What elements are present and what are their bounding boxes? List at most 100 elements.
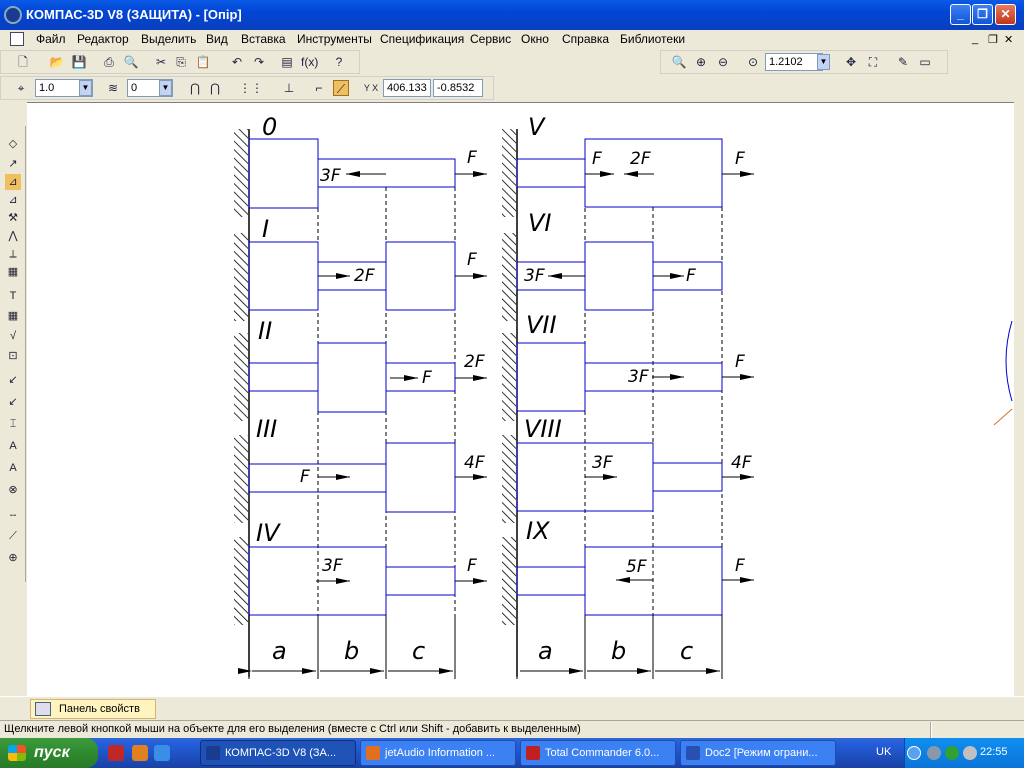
vertical-scrollbar[interactable] bbox=[1014, 102, 1024, 696]
mdi-restore-icon[interactable]: ❐ bbox=[988, 33, 998, 46]
measure-icon[interactable]: ⟂ bbox=[5, 246, 21, 262]
wavy-icon[interactable]: ⟋ bbox=[5, 528, 21, 544]
axis-label-icon[interactable]: A bbox=[5, 438, 21, 454]
tray-expand-icon[interactable] bbox=[907, 746, 921, 760]
title-bar: КОМПАС-3D V8 (ЗАЩИТА) - [Опір] _ ❐ ✕ bbox=[0, 0, 1024, 30]
menu-insert[interactable]: Вставка bbox=[241, 32, 286, 46]
force-4-mid: 3F bbox=[322, 556, 343, 576]
layers-icon[interactable]: ≋ bbox=[105, 80, 121, 96]
parameters-icon[interactable]: ⋀ bbox=[5, 228, 21, 244]
ortho-icon[interactable]: ⊥ bbox=[281, 80, 297, 96]
close-button[interactable]: ✕ bbox=[995, 4, 1016, 25]
cut-icon[interactable]: ✂ bbox=[153, 54, 169, 70]
menu-service[interactable]: Сервис bbox=[470, 32, 511, 46]
display-icon[interactable]: ▭ bbox=[917, 54, 933, 70]
wall-1 bbox=[234, 233, 248, 321]
zoom-out-icon[interactable]: ⊖ bbox=[715, 54, 731, 70]
language-indicator[interactable]: UK bbox=[876, 746, 891, 758]
tray-volume-icon[interactable] bbox=[963, 746, 977, 760]
round-icon[interactable]: ⟋ bbox=[333, 80, 349, 96]
hammer-icon[interactable]: ⚒ bbox=[5, 210, 21, 226]
quicklaunch-ie-icon[interactable] bbox=[154, 745, 170, 761]
document-icon[interactable] bbox=[10, 32, 24, 46]
table-icon[interactable]: ▦ bbox=[5, 308, 21, 324]
maximize-button[interactable]: ❐ bbox=[972, 4, 993, 25]
zoom-scale-icon[interactable]: ⊙ bbox=[745, 54, 761, 70]
preview-icon[interactable]: 🔍 bbox=[123, 54, 139, 70]
copy-icon[interactable]: ⎘ bbox=[173, 54, 189, 70]
new-document-icon[interactable]: 🗋 bbox=[15, 54, 31, 70]
menu-file[interactable]: Файл bbox=[36, 32, 66, 46]
section-icon[interactable]: ⊗ bbox=[5, 482, 21, 498]
edit-geometry-icon[interactable]: ⊿ bbox=[5, 174, 21, 190]
menu-specification[interactable]: Спецификация bbox=[380, 32, 464, 46]
pan-icon[interactable]: ✥ bbox=[843, 54, 859, 70]
task-kompas[interactable]: КОМПАС-3D V8 (ЗА... bbox=[200, 740, 356, 766]
layer-tools-icon[interactable]: ⊿ bbox=[5, 192, 21, 208]
coord-y-input[interactable] bbox=[433, 79, 483, 97]
menu-help[interactable]: Справка bbox=[562, 32, 609, 46]
help-pointer-icon[interactable]: ? bbox=[331, 54, 347, 70]
start-button[interactable]: пуск bbox=[0, 738, 98, 768]
force-7-mid: 3F bbox=[628, 367, 649, 387]
coord-x-input[interactable] bbox=[383, 79, 431, 97]
text-icon[interactable]: T bbox=[5, 288, 21, 304]
menu-select[interactable]: Выделить bbox=[141, 32, 196, 46]
step-dropdown-icon[interactable]: ▼ bbox=[79, 80, 92, 96]
center-mark-icon[interactable]: ⊕ bbox=[5, 550, 21, 566]
open-icon[interactable]: 📂 bbox=[49, 54, 65, 70]
minimize-button[interactable]: _ bbox=[950, 4, 971, 25]
task-jetaudio[interactable]: jetAudio Information ... bbox=[360, 740, 516, 766]
menu-tools[interactable]: Инструменты bbox=[297, 32, 372, 46]
menu-editor[interactable]: Редактор bbox=[77, 32, 129, 46]
layer-dropdown-icon[interactable]: ▼ bbox=[159, 80, 172, 96]
menu-libraries[interactable]: Библиотеки bbox=[620, 32, 685, 46]
snap-settings-icon[interactable]: ⋂ bbox=[207, 80, 223, 96]
wall-9 bbox=[502, 537, 516, 625]
zoom-input[interactable] bbox=[765, 53, 823, 71]
refresh-icon[interactable]: ✎ bbox=[895, 54, 911, 70]
quicklaunch-firefox-icon[interactable] bbox=[132, 745, 148, 761]
menu-window[interactable]: Окно bbox=[521, 32, 549, 46]
save-icon[interactable]: 💾 bbox=[71, 54, 87, 70]
drawing-canvas[interactable]: 0 I II III IV 3F F 2F F F 2F F 4F 3F F a… bbox=[27, 102, 1014, 696]
redo-icon[interactable]: ↷ bbox=[251, 54, 267, 70]
function-icon[interactable]: f(x) bbox=[301, 54, 318, 70]
quicklaunch-kompas-icon[interactable] bbox=[108, 745, 124, 761]
zoom-window-icon[interactable]: 🔍 bbox=[671, 54, 687, 70]
mdi-minimize-icon[interactable]: _ bbox=[972, 33, 978, 45]
kompas-app-icon[interactable] bbox=[4, 6, 22, 24]
properties-bar: Панель свойств bbox=[0, 696, 1024, 720]
tray-security-icon[interactable] bbox=[945, 746, 959, 760]
grid-icon[interactable]: ⋮⋮ bbox=[239, 80, 263, 96]
tray-network-icon[interactable] bbox=[927, 746, 941, 760]
task-doc2[interactable]: Doc2 [Режим ограни... bbox=[680, 740, 836, 766]
zoom-in-icon[interactable]: ⊕ bbox=[693, 54, 709, 70]
mdi-close-icon[interactable]: ✕ bbox=[1004, 33, 1013, 46]
show-all-icon[interactable]: ⛶ bbox=[865, 54, 881, 70]
dimensions-small-icon[interactable]: ↗ bbox=[5, 156, 21, 172]
menu-view[interactable]: Вид bbox=[206, 32, 228, 46]
snap-icon[interactable]: ⋂ bbox=[187, 80, 203, 96]
roughness-icon[interactable]: √ bbox=[5, 328, 21, 344]
arc-fragment bbox=[1005, 320, 1013, 402]
force-5-left: F bbox=[592, 149, 602, 169]
tolerance-icon[interactable]: ⌶ bbox=[5, 416, 21, 432]
position-icon[interactable]: ↙ bbox=[5, 394, 21, 410]
spec-icon[interactable]: ▦ bbox=[5, 264, 21, 280]
undo-icon[interactable]: ↶ bbox=[229, 54, 245, 70]
print-icon[interactable]: ⎙ bbox=[101, 54, 117, 70]
geometry-icon[interactable]: ◇ bbox=[5, 136, 21, 152]
properties-panel-tab[interactable]: Панель свойств bbox=[30, 699, 156, 719]
leader-icon[interactable]: ↙ bbox=[5, 372, 21, 388]
paste-icon[interactable]: 📋 bbox=[195, 54, 211, 70]
base-icon[interactable]: ⊡ bbox=[5, 348, 21, 364]
force-8-right: 4F bbox=[731, 453, 752, 473]
view-arrow-icon[interactable]: A bbox=[5, 460, 21, 476]
ortho-mode-icon[interactable]: ⌐ bbox=[311, 80, 327, 96]
zoom-dropdown-icon[interactable]: ▼ bbox=[817, 54, 830, 70]
manager-icon[interactable]: ▤ bbox=[279, 54, 295, 70]
task-total-commander[interactable]: Total Commander 6.0... bbox=[520, 740, 676, 766]
axis-line-icon[interactable]: ╌ bbox=[5, 508, 21, 524]
local-cs-icon[interactable]: ⌖ bbox=[13, 80, 29, 96]
